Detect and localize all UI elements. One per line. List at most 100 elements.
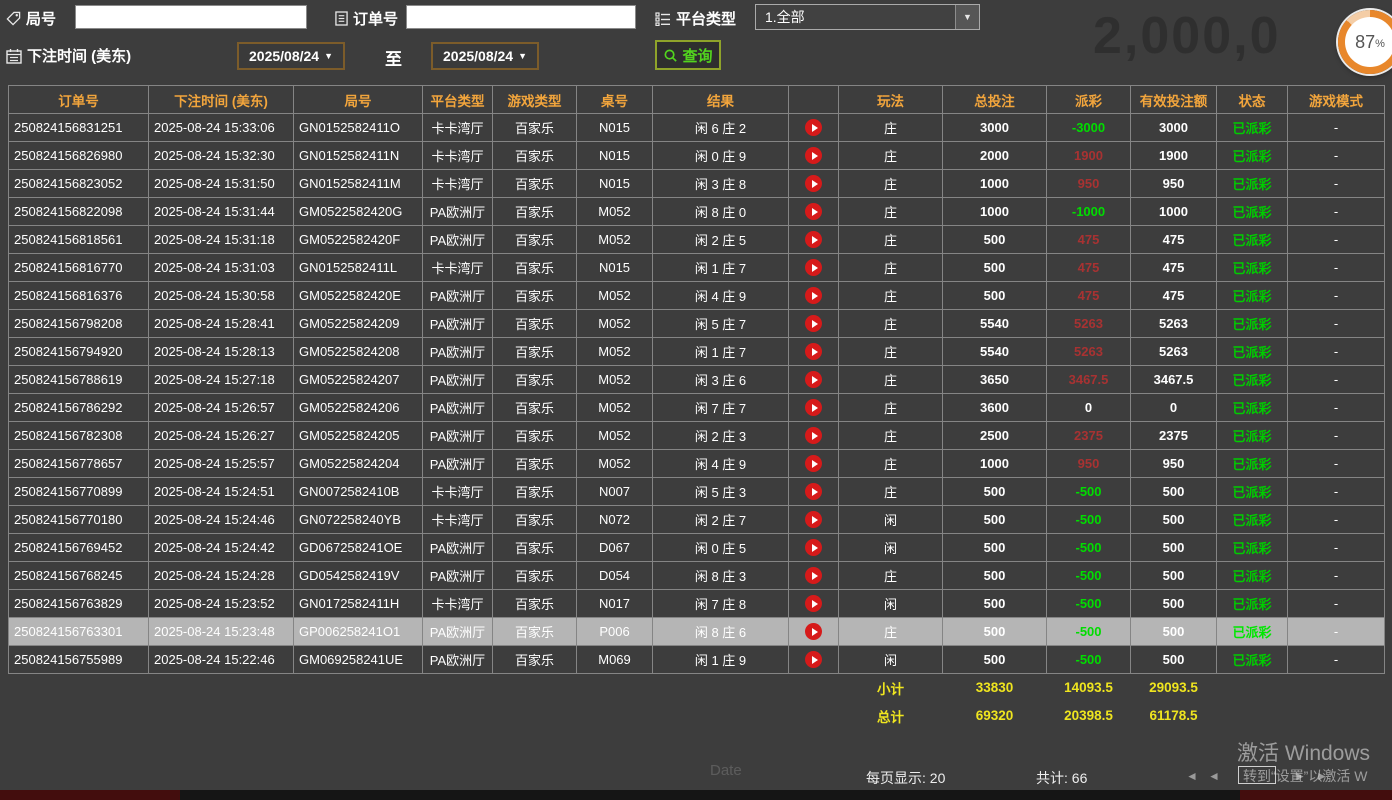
cell-table-no: M052 [577, 394, 653, 422]
table-row[interactable]: 2508241567886192025-08-24 15:27:18GM0522… [9, 366, 1385, 394]
replay-play-button[interactable] [805, 511, 822, 528]
table-row[interactable]: 2508241567633012025-08-24 15:23:48GP0062… [9, 618, 1385, 646]
cell-total-bet: 3650 [943, 366, 1047, 394]
table-row[interactable]: 2508241567786572025-08-24 15:25:57GM0522… [9, 450, 1385, 478]
table-row[interactable]: 2508241567708992025-08-24 15:24:51GN0072… [9, 478, 1385, 506]
cell-result: 闲 8 庄 6 [653, 618, 789, 646]
table-body: 2508241568312512025-08-24 15:33:06GN0152… [9, 114, 1385, 674]
table-row[interactable]: 2508241568167702025-08-24 15:31:03GN0152… [9, 254, 1385, 282]
cell-play-side: 庄 [839, 198, 943, 226]
cell-game-mode: - [1288, 646, 1385, 674]
table-row[interactable]: 2508241567862922025-08-24 15:26:57GM0522… [9, 394, 1385, 422]
replay-play-button[interactable] [805, 259, 822, 276]
cell-payout: 3467.5 [1047, 366, 1131, 394]
round-no-input[interactable] [75, 5, 307, 29]
table-row[interactable]: 2508241567701802025-08-24 15:24:46GN0722… [9, 506, 1385, 534]
subtotal-spacer [9, 674, 839, 702]
cell-bet-time: 2025-08-24 15:31:50 [149, 170, 294, 198]
play-icon [812, 544, 818, 552]
cell-replay [789, 282, 839, 310]
round-no-label: 局号 [26, 8, 56, 29]
cell-result: 闲 8 庄 0 [653, 198, 789, 226]
first-page-icon[interactable]: ◄ [1186, 769, 1198, 783]
replay-play-button[interactable] [805, 399, 822, 416]
cell-bet-time: 2025-08-24 15:27:18 [149, 366, 294, 394]
cell-status: 已派彩 [1217, 534, 1288, 562]
table-row[interactable]: 2508241567682452025-08-24 15:24:28GD0542… [9, 562, 1385, 590]
replay-play-button[interactable] [805, 343, 822, 360]
replay-play-button[interactable] [805, 119, 822, 136]
replay-play-button[interactable] [805, 623, 822, 640]
cell-play-side: 庄 [839, 618, 943, 646]
table-row[interactable]: 2508241567982082025-08-24 15:28:41GM0522… [9, 310, 1385, 338]
replay-play-button[interactable] [805, 455, 822, 472]
replay-play-button[interactable] [805, 203, 822, 220]
date-from-value: 2025/08/24 [249, 48, 319, 64]
replay-play-button[interactable] [805, 287, 822, 304]
cell-round-id: GD067258241OE [294, 534, 423, 562]
order-no-input[interactable] [406, 5, 636, 29]
cell-game-type: 百家乐 [493, 506, 577, 534]
cell-game-mode: - [1288, 226, 1385, 254]
cell-platform: PA欧洲厅 [423, 646, 493, 674]
cell-status: 已派彩 [1217, 618, 1288, 646]
prev-page-icon[interactable]: ◄ [1208, 769, 1220, 783]
cell-valid-bet: 1000 [1131, 198, 1217, 226]
replay-play-button[interactable] [805, 595, 822, 612]
cell-payout: -500 [1047, 478, 1131, 506]
subtotal-label: 小计 [839, 674, 943, 702]
table-row[interactable]: 2508241568185612025-08-24 15:31:18GM0522… [9, 226, 1385, 254]
replay-play-button[interactable] [805, 539, 822, 556]
table-row[interactable]: 2508241568312512025-08-24 15:33:06GN0152… [9, 114, 1385, 142]
cell-bet-time: 2025-08-24 15:31:18 [149, 226, 294, 254]
replay-play-button[interactable] [805, 651, 822, 668]
table-row[interactable]: 2508241568269802025-08-24 15:32:30GN0152… [9, 142, 1385, 170]
replay-play-button[interactable] [805, 427, 822, 444]
table-row[interactable]: 2508241567823082025-08-24 15:26:27GM0522… [9, 422, 1385, 450]
replay-play-button[interactable] [805, 483, 822, 500]
table-row[interactable]: 2508241567638292025-08-24 15:23:52GN0172… [9, 590, 1385, 618]
replay-play-button[interactable] [805, 231, 822, 248]
cell-status: 已派彩 [1217, 394, 1288, 422]
cell-platform: 卡卡湾厅 [423, 114, 493, 142]
cell-order-id: 250824156831251 [9, 114, 149, 142]
replay-play-button[interactable] [805, 175, 822, 192]
cell-game-type: 百家乐 [493, 226, 577, 254]
query-button[interactable]: 查询 [655, 40, 721, 70]
cell-table-no: M052 [577, 310, 653, 338]
date-from-dropdown[interactable]: 2025/08/24 ▼ [237, 42, 345, 70]
col-table-no: 桌号 [577, 86, 653, 114]
cell-play-side: 庄 [839, 450, 943, 478]
platform-type-label: 平台类型 [676, 8, 736, 29]
replay-play-button[interactable] [805, 147, 822, 164]
cell-platform: PA欧洲厅 [423, 366, 493, 394]
cell-game-mode: - [1288, 590, 1385, 618]
cell-game-mode: - [1288, 198, 1385, 226]
cell-bet-time: 2025-08-24 15:31:03 [149, 254, 294, 282]
per-page-value[interactable]: 20 [930, 770, 946, 786]
replay-play-button[interactable] [805, 315, 822, 332]
table-row[interactable]: 2508241568220982025-08-24 15:31:44GM0522… [9, 198, 1385, 226]
table-row[interactable]: 2508241568163762025-08-24 15:30:58GM0522… [9, 282, 1385, 310]
cell-payout: 950 [1047, 450, 1131, 478]
cell-play-side: 庄 [839, 254, 943, 282]
replay-play-button[interactable] [805, 567, 822, 584]
cell-bet-time: 2025-08-24 15:28:13 [149, 338, 294, 366]
subtotal-payout: 14093.5 [1047, 674, 1131, 702]
col-bet-time: 下注时间 (美东) [149, 86, 294, 114]
cell-platform: PA欧洲厅 [423, 422, 493, 450]
table-row[interactable]: 2508241567694522025-08-24 15:24:42GD0672… [9, 534, 1385, 562]
total-label: 总计 [839, 702, 943, 730]
cell-status: 已派彩 [1217, 450, 1288, 478]
cell-order-id: 250824156816376 [9, 282, 149, 310]
cell-platform: 卡卡湾厅 [423, 506, 493, 534]
date-to-dropdown[interactable]: 2025/08/24 ▼ [431, 42, 539, 70]
bottom-strip-left-accent [0, 790, 180, 800]
platform-type-select[interactable]: 1.全部 ▼ [755, 4, 980, 30]
cell-status: 已派彩 [1217, 590, 1288, 618]
table-row[interactable]: 2508241568230522025-08-24 15:31:50GN0152… [9, 170, 1385, 198]
table-row[interactable]: 2508241567949202025-08-24 15:28:13GM0522… [9, 338, 1385, 366]
replay-play-button[interactable] [805, 371, 822, 388]
table-row[interactable]: 2508241567559892025-08-24 15:22:46GM0692… [9, 646, 1385, 674]
cell-game-mode: - [1288, 338, 1385, 366]
